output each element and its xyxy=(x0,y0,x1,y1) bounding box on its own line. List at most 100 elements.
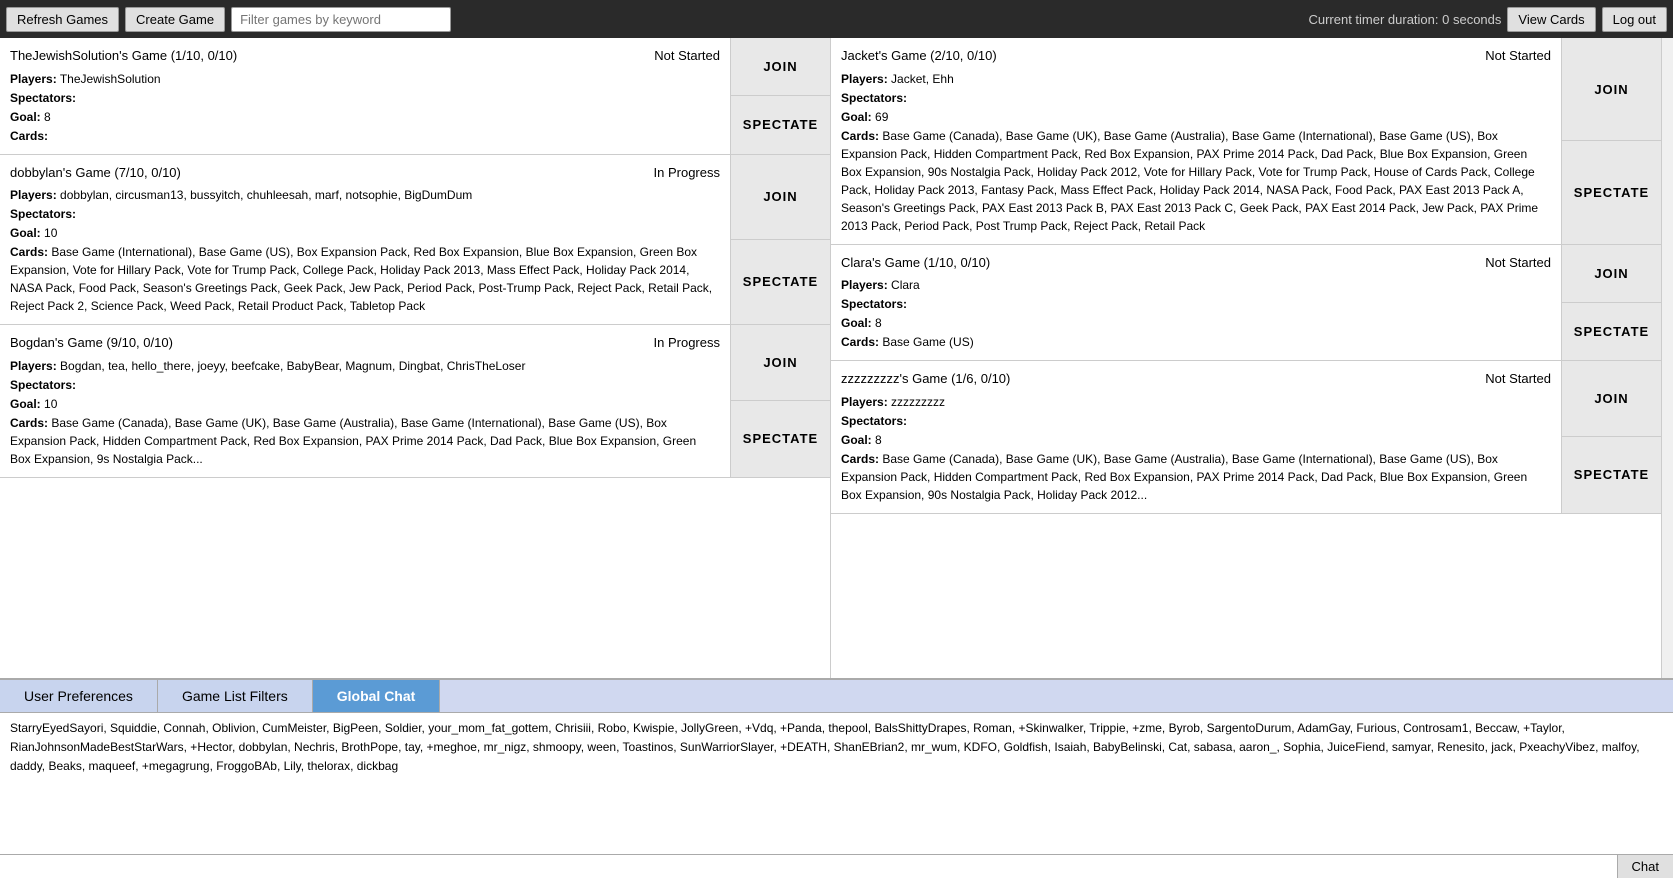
cards-value: Base Game (Canada), Base Game (UK), Base… xyxy=(10,416,696,466)
goal-line: Goal: 69 xyxy=(841,108,1551,126)
spectate-button[interactable]: SPECTATE xyxy=(731,96,830,153)
cards-value: Base Game (US) xyxy=(882,335,973,349)
players-label: Players: xyxy=(841,278,888,292)
join-button[interactable]: JOIN xyxy=(731,325,830,401)
goal-value: 10 xyxy=(44,397,57,411)
spectate-button[interactable]: SPECTATE xyxy=(1562,437,1661,512)
spectate-button[interactable]: SPECTATE xyxy=(1562,303,1661,360)
game-actions: JOINSPECTATE xyxy=(1561,245,1661,361)
goal-value: 10 xyxy=(44,226,57,240)
goal-label: Goal: xyxy=(841,316,872,330)
game-title: TheJewishSolution's Game (1/10, 0/10) xyxy=(10,46,237,66)
spectate-button[interactable]: SPECTATE xyxy=(731,240,830,324)
chat-input[interactable] xyxy=(0,855,1617,878)
spectators-label: Spectators: xyxy=(10,378,76,392)
scrollbar-area[interactable] xyxy=(1661,38,1673,678)
goal-value: 8 xyxy=(875,433,882,447)
spectators-line: Spectators: xyxy=(10,205,720,223)
game-card: TheJewishSolution's Game (1/10, 0/10) Not… xyxy=(0,38,830,155)
players-label: Players: xyxy=(841,72,888,86)
spectators-label: Spectators: xyxy=(841,414,907,428)
game-title: dobbylan's Game (7/10, 0/10) xyxy=(10,163,181,183)
game-actions: JOINSPECTATE xyxy=(730,325,830,477)
spectators-line: Spectators: xyxy=(10,376,720,394)
game-title: Jacket's Game (2/10, 0/10) xyxy=(841,46,997,66)
join-button[interactable]: JOIN xyxy=(1562,361,1661,437)
join-button[interactable]: JOIN xyxy=(1562,38,1661,141)
view-cards-button[interactable]: View Cards xyxy=(1507,7,1595,32)
players-value: Clara xyxy=(891,278,920,292)
players-value: dobbylan, circusman13, bussyitch, chuhle… xyxy=(60,188,472,202)
spectators-label: Spectators: xyxy=(10,207,76,221)
games-area: TheJewishSolution's Game (1/10, 0/10) Not… xyxy=(0,38,1673,678)
join-button[interactable]: JOIN xyxy=(731,155,830,240)
spectators-line: Spectators: xyxy=(841,89,1551,107)
spectators-label: Spectators: xyxy=(841,297,907,311)
game-title-row: Clara's Game (1/10, 0/10) Not Started xyxy=(841,253,1551,273)
spectators-line: Spectators: xyxy=(841,295,1551,313)
game-status: In Progress xyxy=(654,333,720,353)
cards-value: Base Game (International), Base Game (US… xyxy=(10,245,712,313)
cards-value: Base Game (Canada), Base Game (UK), Base… xyxy=(841,129,1538,233)
game-title-row: Jacket's Game (2/10, 0/10) Not Started xyxy=(841,46,1551,66)
game-card: Bogdan's Game (9/10, 0/10)In ProgressPla… xyxy=(0,325,830,478)
goal-label: Goal: xyxy=(10,397,41,411)
players-line: Players: Clara xyxy=(841,276,1551,294)
players-value: zzzzzzzzz xyxy=(891,395,945,409)
bottom-tabs: User PreferencesGame List FiltersGlobal … xyxy=(0,680,1673,713)
goal-label: Goal: xyxy=(10,110,41,124)
players-value: TheJewishSolution xyxy=(60,72,161,86)
logout-button[interactable]: Log out xyxy=(1602,7,1667,32)
games-right-column: Jacket's Game (2/10, 0/10) Not Started Pla… xyxy=(831,38,1661,678)
game-status: Not Started xyxy=(654,46,720,66)
chat-input-row: Chat xyxy=(0,854,1673,878)
goal-label: Goal: xyxy=(841,110,872,124)
cards-label: Cards: xyxy=(841,129,879,143)
spectators-label: Spectators: xyxy=(841,91,907,105)
game-info: Clara's Game (1/10, 0/10) Not Started Play… xyxy=(831,245,1561,361)
players-line: Players: Jacket, Ehh xyxy=(841,70,1551,88)
players-value: Bogdan, tea, hello_there, joeyy, beefcak… xyxy=(60,359,525,373)
chat-send-button[interactable]: Chat xyxy=(1617,855,1673,878)
game-actions: JOINSPECTATE xyxy=(1561,361,1661,513)
refresh-button[interactable]: Refresh Games xyxy=(6,7,119,32)
cards-line: Cards: Base Game (Canada), Base Game (UK… xyxy=(841,450,1551,504)
bottom-tab-global-chat[interactable]: Global Chat xyxy=(313,680,441,712)
players-line: Players: TheJewishSolution xyxy=(10,70,720,88)
game-info: dobbylan's Game (7/10, 0/10)In ProgressP… xyxy=(0,155,730,325)
cards-label: Cards: xyxy=(10,129,48,143)
filter-input[interactable] xyxy=(231,7,451,32)
cards-line: Cards: Base Game (International), Base G… xyxy=(10,243,720,315)
game-status: Not Started xyxy=(1485,369,1551,389)
spectate-button[interactable]: SPECTATE xyxy=(731,401,830,476)
game-card: zzzzzzzzz's Game (1/6, 0/10)Not StartedP… xyxy=(831,361,1661,514)
goal-value: 8 xyxy=(875,316,882,330)
goal-line: Goal: 8 xyxy=(10,108,720,126)
game-status: Not Started xyxy=(1485,46,1551,66)
game-status: In Progress xyxy=(654,163,720,183)
game-status: Not Started xyxy=(1485,253,1551,273)
game-title-row: zzzzzzzzz's Game (1/6, 0/10)Not Started xyxy=(841,369,1551,389)
spectators-line: Spectators: xyxy=(841,412,1551,430)
chat-content: StarryEyedSayori, Squiddie, Connah, Obli… xyxy=(0,713,1673,854)
cards-line: Cards: Base Game (Canada), Base Game (UK… xyxy=(841,127,1551,235)
goal-line: Goal: 10 xyxy=(10,224,720,242)
bottom-tab-user-preferences[interactable]: User Preferences xyxy=(0,680,158,712)
game-actions: JOINSPECTATE xyxy=(730,155,830,325)
game-info: TheJewishSolution's Game (1/10, 0/10) Not… xyxy=(0,38,730,154)
bottom-tab-game-list-filters[interactable]: Game List Filters xyxy=(158,680,313,712)
game-title: Clara's Game (1/10, 0/10) xyxy=(841,253,990,273)
games-left-column: TheJewishSolution's Game (1/10, 0/10) Not… xyxy=(0,38,831,678)
timer-text: Current timer duration: 0 seconds xyxy=(1308,12,1501,27)
spectate-button[interactable]: SPECTATE xyxy=(1562,141,1661,243)
join-button[interactable]: JOIN xyxy=(1562,245,1661,303)
goal-line: Goal: 8 xyxy=(841,431,1551,449)
create-game-button[interactable]: Create Game xyxy=(125,7,225,32)
topbar: Refresh Games Create Game Current timer … xyxy=(0,0,1673,38)
cards-label: Cards: xyxy=(10,245,48,259)
game-info: Bogdan's Game (9/10, 0/10)In ProgressPla… xyxy=(0,325,730,477)
join-button[interactable]: JOIN xyxy=(731,38,830,96)
cards-line: Cards: xyxy=(10,127,720,145)
spectators-label: Spectators: xyxy=(10,91,76,105)
goal-line: Goal: 8 xyxy=(841,314,1551,332)
